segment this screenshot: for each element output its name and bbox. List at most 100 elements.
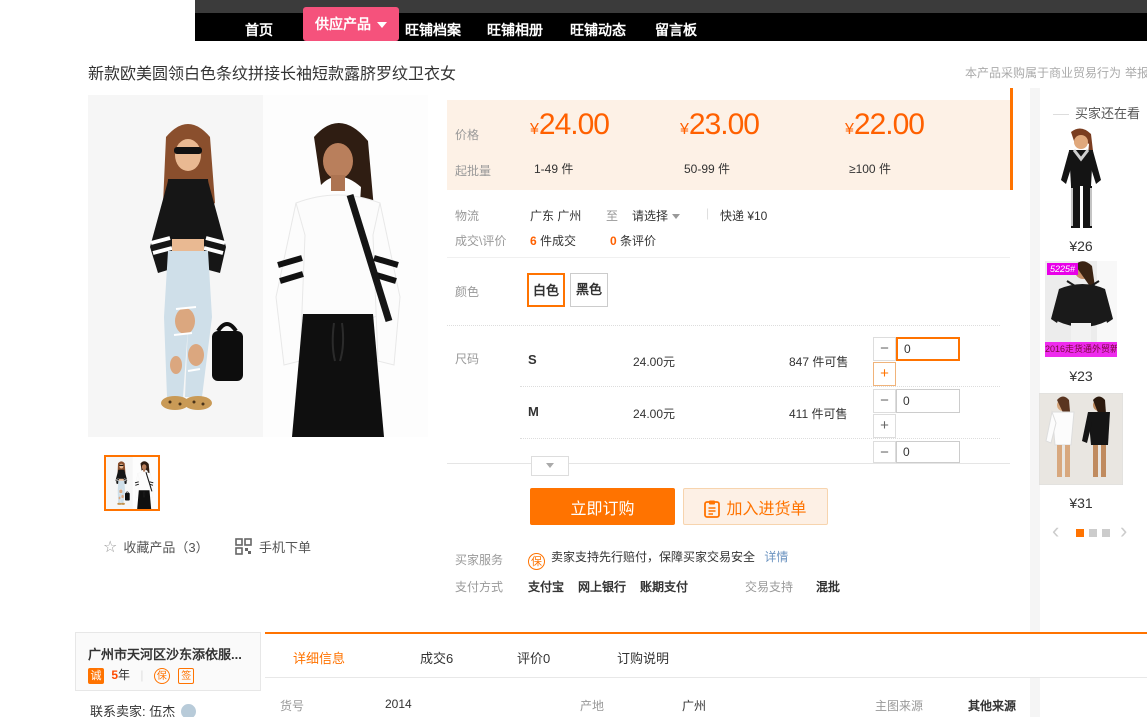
section-divider	[447, 257, 1010, 258]
color-option-black[interactable]: 黑色	[570, 273, 608, 307]
field-label: 货号	[280, 697, 304, 714]
seller-name-link[interactable]: 广州市天河区沙东添依服...	[88, 644, 250, 663]
divider	[1053, 114, 1069, 115]
report-link[interactable]: 举报	[1125, 64, 1147, 81]
tab-detail-info[interactable]: 详细信息	[293, 648, 345, 667]
qty-input[interactable]	[896, 441, 960, 463]
dotted-divider	[447, 325, 1000, 326]
qty-minus-button[interactable]: −	[873, 337, 896, 361]
clipboard-icon	[704, 500, 720, 518]
dotted-divider	[520, 386, 1000, 387]
logistics-origin: 广东 广州	[530, 207, 581, 224]
page-title: 新款欧美圆领白色条纹拼接长袖短款露脐罗纹卫衣女	[88, 60, 456, 84]
nav-shop-profile[interactable]: 旺铺档案	[405, 20, 461, 40]
qty-minus-button[interactable]: −	[873, 441, 896, 463]
related-product-price: ¥23	[1045, 368, 1117, 384]
qty-minus-button[interactable]: −	[873, 389, 896, 413]
tab-order-notes[interactable]: 订购说明	[617, 648, 669, 667]
size-price: 24.00元	[633, 405, 675, 422]
carousel-dot[interactable]	[1102, 529, 1110, 537]
dotted-divider	[520, 438, 1000, 439]
logistics-label: 物流	[455, 207, 479, 224]
logistics-to: 至	[606, 207, 618, 224]
payment-label: 支付方式	[455, 578, 503, 595]
trade-support-value: 混批	[816, 578, 840, 595]
size-stock: 847 件可售	[789, 353, 848, 370]
product-banner: 2016走货通外贸新款	[1045, 342, 1117, 357]
carousel-dot-active[interactable]	[1076, 529, 1084, 537]
payment-methods: 支付宝网上银行账期支付	[528, 578, 702, 595]
nav-shop-news[interactable]: 旺铺动态	[570, 20, 626, 40]
carousel-dot[interactable]	[1089, 529, 1097, 537]
review-count[interactable]: 0 条评价	[610, 232, 656, 249]
carousel-next-icon[interactable]: ›	[1120, 520, 1127, 542]
favorite-button[interactable]: ☆收藏产品（3）	[103, 537, 209, 557]
field-label: 主图来源	[875, 697, 923, 714]
price-panel: 价格 起批量 ¥24.00 1-49 件 ¥23.00 50-99 件 ¥22.…	[447, 100, 1010, 190]
qty-plus-button[interactable]: +	[873, 362, 896, 386]
field-value: 其他来源	[968, 697, 1016, 714]
field-value: 2014	[385, 697, 412, 711]
expand-sizes-button[interactable]	[531, 456, 569, 476]
star-icon: ☆	[103, 539, 117, 556]
service-text: 卖家支持先行赔付，保障买家交易安全	[551, 550, 755, 564]
chevron-down-icon	[377, 22, 387, 28]
price-tier: ¥22.00 ≥100 件	[845, 108, 924, 142]
price-tier: ¥23.00 50-99 件	[680, 108, 759, 142]
related-product-price: ¥26	[1045, 238, 1117, 254]
nav-home[interactable]: 首页	[245, 20, 273, 40]
price-tier: ¥24.00 1-49 件	[530, 108, 609, 142]
express-fee: 快递 ¥10	[720, 207, 767, 224]
buyer-service-label: 买家服务	[455, 551, 503, 568]
tab-reviews[interactable]: 评价0	[517, 648, 550, 667]
qty-input[interactable]	[896, 389, 960, 413]
chat-icon	[181, 704, 196, 717]
tab-deals[interactable]: 成交6	[420, 648, 453, 667]
trade-notice: 本产品采购属于商业贸易行为	[965, 64, 1121, 81]
add-to-cart-button[interactable]: 加入进货单	[683, 488, 828, 525]
mobile-order-button[interactable]: 手机下单	[235, 537, 311, 556]
size-stock: 411 件可售	[789, 405, 847, 422]
size-name: M	[528, 404, 539, 419]
divider: |	[706, 206, 709, 220]
related-product-image[interactable]	[1039, 393, 1123, 485]
seller-card: 广州市天河区沙东添依服... 诚 5年 | 保 签	[75, 632, 261, 691]
product-photo	[88, 95, 428, 437]
divider: |	[140, 668, 143, 682]
destination-select[interactable]: 请选择	[632, 207, 680, 224]
qty-input[interactable]	[896, 337, 960, 361]
integrity-badge-icon: 诚	[88, 668, 104, 684]
chevron-down-icon	[546, 463, 554, 468]
chevron-down-icon	[672, 214, 680, 219]
product-tag: 5225#	[1047, 263, 1078, 275]
accent-divider	[1010, 88, 1013, 190]
price-label: 价格	[455, 126, 479, 143]
qr-code-icon	[235, 538, 252, 555]
main-nav: 首页 供应产品 旺铺档案 旺铺相册 旺铺动态 留言板	[195, 13, 1147, 41]
detail-tabbar: 详细信息 成交6 评价0 订购说明	[265, 632, 1147, 678]
nav-message-board[interactable]: 留言板	[655, 20, 697, 40]
size-label: 尺码	[455, 350, 479, 367]
nav-shop-album[interactable]: 旺铺相册	[487, 20, 543, 40]
qty-plus-button[interactable]: +	[873, 414, 896, 438]
carousel-prev-icon[interactable]: ‹	[1052, 520, 1059, 542]
related-product-price: ¥31	[1045, 495, 1117, 511]
nav-supply-products[interactable]: 供应产品	[303, 7, 399, 41]
product-thumbnail[interactable]	[104, 455, 160, 511]
related-product-image[interactable]	[1045, 128, 1117, 232]
moq-label: 起批量	[455, 162, 491, 179]
product-thumbnail-image	[106, 457, 158, 509]
deal-review-label: 成交\评价	[455, 232, 506, 249]
trade-support-label: 交易支持	[745, 578, 793, 595]
field-label: 产地	[580, 697, 604, 714]
contract-badge-icon: 签	[178, 668, 194, 684]
service-detail-link[interactable]: 详情	[764, 550, 788, 564]
size-price: 24.00元	[633, 353, 675, 370]
contact-seller[interactable]: 联系卖家: 伍杰	[90, 701, 196, 717]
deal-count[interactable]: 6 件成交	[530, 232, 576, 249]
size-name: S	[528, 352, 537, 367]
color-label: 颜色	[455, 283, 479, 300]
color-option-white[interactable]: 白色	[527, 273, 565, 307]
guarantee-badge-icon: 保	[154, 668, 170, 684]
order-now-button[interactable]: 立即订购	[530, 488, 675, 525]
